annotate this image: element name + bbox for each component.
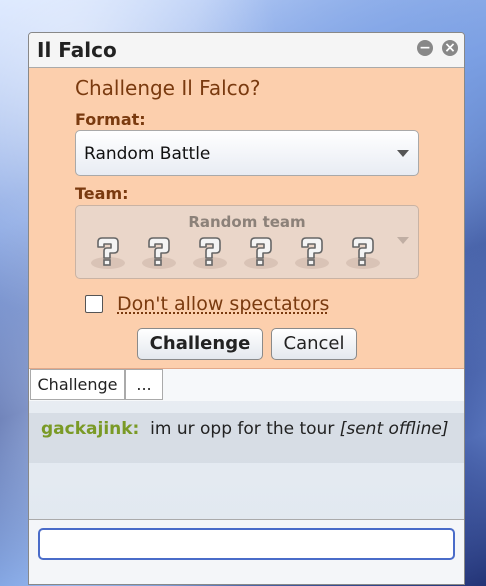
minimize-icon[interactable]: − (417, 40, 433, 56)
window-title: Il Falco (37, 38, 117, 62)
random-pokemon-icon (292, 236, 332, 270)
titlebar: Il Falco − × (29, 33, 464, 68)
challenge-panel: Challenge Il Falco? Format: Random Battl… (29, 68, 464, 369)
chat-log: gackajink: im ur opp for the tour [sent … (29, 401, 464, 519)
tab-bar: Challenge ... (29, 369, 464, 401)
chat-input-row (29, 519, 464, 584)
format-select[interactable]: Random Battle (75, 130, 419, 176)
cancel-button[interactable]: Cancel (271, 328, 357, 360)
tab-challenge[interactable]: Challenge (30, 369, 125, 400)
chevron-down-icon (397, 237, 409, 244)
chat-message: gackajink: im ur opp for the tour [sent … (29, 413, 464, 463)
message-sender[interactable]: gackajink: (41, 419, 139, 439)
spectators-checkbox[interactable] (85, 295, 103, 313)
close-icon[interactable]: × (442, 40, 458, 56)
random-pokemon-icon (343, 236, 383, 270)
random-pokemon-icon (241, 236, 281, 270)
pm-window: Il Falco − × Challenge Il Falco? Format:… (28, 32, 465, 585)
challenge-button[interactable]: Challenge (137, 328, 263, 360)
challenge-heading: Challenge Il Falco? (75, 76, 261, 100)
message-note: [sent offline] (339, 419, 449, 439)
random-pokemon-icon (139, 236, 179, 270)
chevron-down-icon (397, 150, 409, 157)
team-value: Random team (188, 213, 306, 231)
team-label: Team: (75, 184, 129, 203)
tab-more[interactable]: ... (125, 369, 163, 400)
random-pokemon-icon (190, 236, 230, 270)
chat-input[interactable] (38, 528, 455, 560)
format-label: Format: (75, 110, 146, 129)
random-pokemon-icon (88, 236, 128, 270)
team-slots (88, 236, 398, 270)
format-value: Random Battle (84, 144, 211, 164)
team-select[interactable]: Random team (75, 205, 419, 279)
spectators-label[interactable]: Don't allow spectators (117, 293, 329, 315)
message-text: im ur opp for the tour (150, 419, 335, 439)
